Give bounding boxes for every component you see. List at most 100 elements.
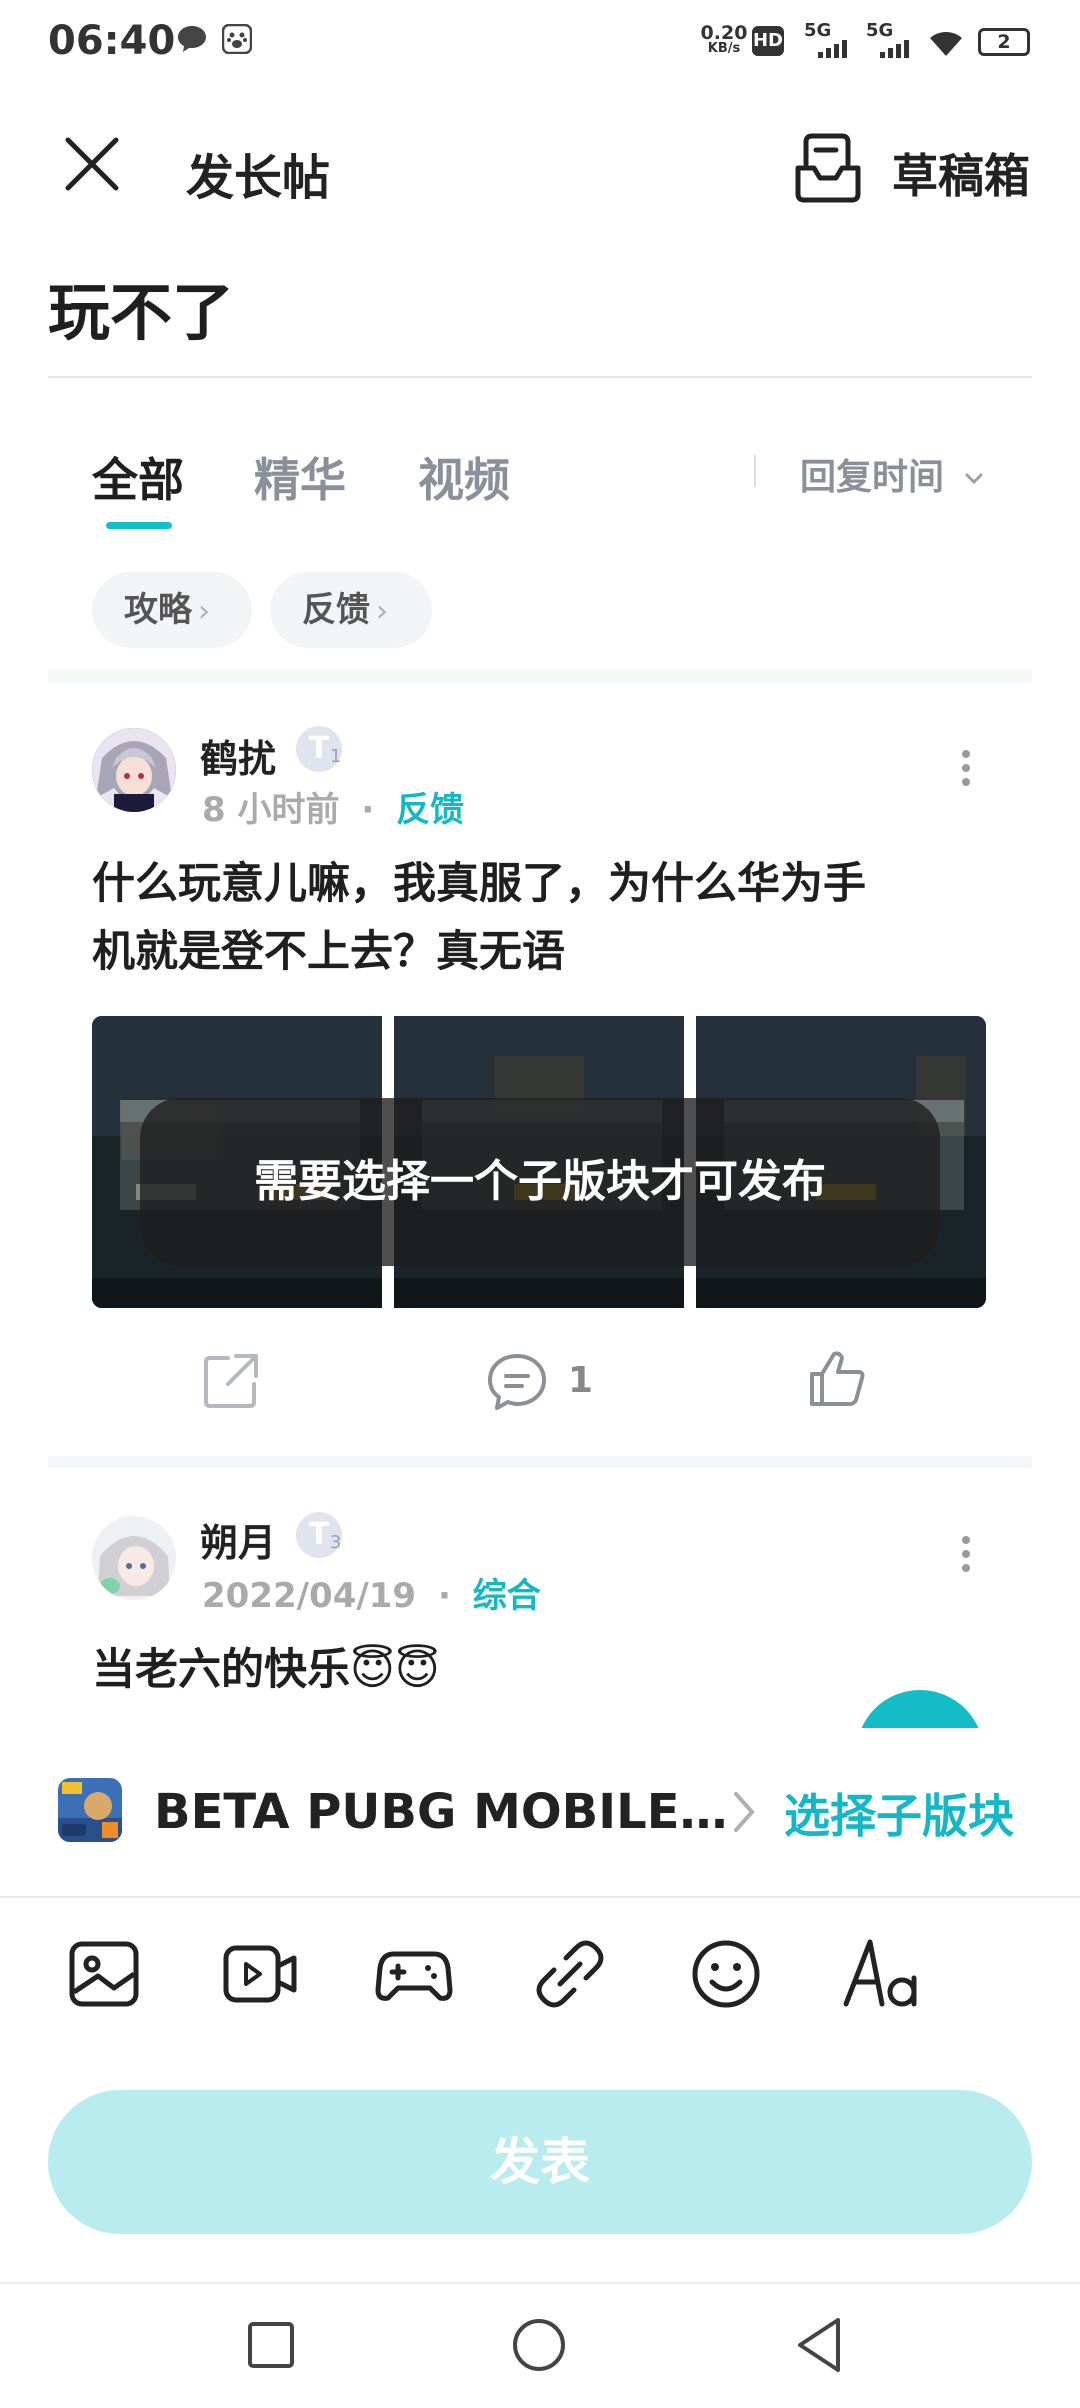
insert-emoji-button[interactable] bbox=[686, 1934, 766, 2014]
chevron-down-icon bbox=[965, 473, 983, 485]
insert-image-button[interactable] bbox=[64, 1934, 144, 2014]
toast-message: 需要选择一个子版块才可发布 bbox=[140, 1098, 940, 1266]
close-icon bbox=[65, 137, 119, 191]
post-author[interactable]: 朔月 bbox=[200, 1512, 276, 1567]
share-icon bbox=[204, 1354, 258, 1408]
video-icon bbox=[223, 1945, 297, 2003]
post-meta: 8 小时前 · 反馈 bbox=[202, 782, 464, 831]
thumbs-up-icon bbox=[810, 1351, 865, 1406]
chevron-right-icon: › bbox=[198, 594, 210, 629]
status-bar: 06:40 0.20 KB/s HD 5G 5G 2 bbox=[0, 0, 1080, 90]
tab-all[interactable]: 全部 bbox=[92, 444, 184, 510]
post-title-input[interactable]: 玩不了 bbox=[48, 262, 234, 352]
chip-feedback[interactable]: 反馈 › bbox=[270, 572, 432, 648]
post-body[interactable]: 什么玩意儿嘛，我真服了，为什么华为手 机就是登不上去？真无语 bbox=[92, 850, 1032, 986]
drafts-box-icon bbox=[795, 133, 861, 203]
net-speed-value: 0.20 bbox=[700, 22, 748, 44]
post-body-line: 当老六的快乐😇😇 bbox=[92, 1645, 440, 1695]
nav-back-button[interactable] bbox=[786, 2310, 856, 2380]
section-gap bbox=[48, 1456, 1032, 1468]
paw-app-icon bbox=[222, 24, 252, 54]
text-format-icon bbox=[843, 1939, 917, 2007]
nav-recents-button[interactable] bbox=[236, 2310, 306, 2380]
more-options-button[interactable] bbox=[956, 744, 976, 804]
level-badge-letter: T bbox=[308, 731, 330, 766]
comment-button[interactable] bbox=[486, 1352, 548, 1416]
tab-featured[interactable]: 精华 bbox=[254, 444, 346, 510]
gamepad-icon bbox=[375, 1951, 453, 2001]
post-time: 8 小时前 bbox=[202, 790, 340, 830]
comment-count: 1 bbox=[568, 1360, 594, 1401]
dot-icon bbox=[962, 764, 970, 772]
publish-button[interactable]: 发表 bbox=[48, 2090, 1032, 2234]
tab-active-indicator bbox=[106, 522, 172, 529]
level-number: 1 bbox=[330, 746, 342, 767]
avatar[interactable] bbox=[92, 728, 176, 812]
post-body-line: 机就是登不上去？真无语 bbox=[92, 927, 565, 977]
insert-link-button[interactable] bbox=[530, 1934, 610, 2014]
post-forum-tag[interactable]: 反馈 bbox=[396, 790, 464, 830]
header-title: 发长帖 bbox=[186, 150, 331, 206]
forum-name: BETA PUBG MOBILE… bbox=[154, 1784, 728, 1840]
level-number: 3 bbox=[330, 1532, 342, 1553]
forum-divider bbox=[0, 1896, 1080, 1898]
more-options-button[interactable] bbox=[956, 1530, 976, 1590]
level-badge-letter: T bbox=[308, 1517, 330, 1552]
image-icon bbox=[69, 1941, 139, 2007]
insert-game-button[interactable] bbox=[374, 1934, 454, 2014]
nav-home-button[interactable] bbox=[504, 2310, 574, 2380]
forum-selector-bar[interactable]: BETA PUBG MOBILE… 选择子版块 bbox=[0, 1728, 1080, 1896]
chevron-right-icon bbox=[734, 1792, 755, 1832]
select-subforum-button[interactable]: 选择子版块 bbox=[784, 1780, 1014, 1846]
wifi-icon bbox=[930, 32, 962, 56]
link-icon bbox=[536, 1940, 604, 2008]
net-speed-unit: KB/s bbox=[707, 41, 741, 56]
text-format-button[interactable] bbox=[842, 1934, 922, 2014]
post-body[interactable]: 当老六的快乐😇😇 bbox=[92, 1636, 1032, 1704]
chip-feedback-label: 反馈 bbox=[302, 590, 370, 630]
battery-icon: 2 bbox=[978, 28, 1030, 56]
insert-video-button[interactable] bbox=[220, 1934, 300, 2014]
drafts-button[interactable]: 草稿箱 bbox=[792, 128, 1032, 208]
status-time: 06:40 bbox=[48, 18, 176, 64]
post-time: 2022/04/19 bbox=[202, 1576, 417, 1616]
tab-video[interactable]: 视频 bbox=[418, 444, 510, 510]
circle-icon bbox=[513, 2319, 565, 2371]
share-button[interactable] bbox=[200, 1350, 262, 1416]
section-gap bbox=[48, 670, 1032, 682]
signal-2-icon bbox=[880, 40, 909, 58]
back-triangle-icon bbox=[798, 2318, 840, 2372]
chip-guides[interactable]: 攻略 › bbox=[92, 572, 252, 648]
forum-app-icon bbox=[58, 1778, 122, 1842]
post-meta: 2022/04/19 · 综合 bbox=[202, 1568, 541, 1617]
sort-label: 回复时间 bbox=[800, 457, 945, 498]
meta-separator: · bbox=[361, 790, 375, 830]
avatar[interactable] bbox=[92, 1516, 176, 1600]
hd-icon: HD bbox=[752, 26, 784, 56]
toast-text: 需要选择一个子版块才可发布 bbox=[254, 1156, 826, 1207]
comment-icon bbox=[488, 1354, 546, 1410]
dot-icon bbox=[962, 750, 970, 758]
post-author[interactable]: 鹤扰 bbox=[200, 728, 276, 783]
dot-icon bbox=[962, 1550, 970, 1558]
dot-icon bbox=[962, 778, 970, 786]
net-speed: 0.20 KB/s bbox=[700, 24, 748, 56]
meta-separator: · bbox=[437, 1576, 451, 1616]
post-body-line: 什么玩意儿嘛，我真服了，为什么华为手 bbox=[92, 859, 866, 909]
publish-label: 发表 bbox=[490, 2133, 590, 2191]
sort-dropdown[interactable]: 回复时间 bbox=[800, 448, 985, 500]
drafts-label: 草稿箱 bbox=[892, 149, 1030, 203]
nav-divider bbox=[0, 2282, 1080, 2284]
dot-icon bbox=[962, 1536, 970, 1544]
emoji-icon bbox=[692, 1940, 760, 2008]
message-notification-icon bbox=[178, 26, 206, 52]
title-divider bbox=[48, 376, 1032, 378]
chevron-right-icon: › bbox=[376, 594, 388, 629]
square-icon bbox=[248, 2322, 294, 2368]
chip-guides-label: 攻略 bbox=[124, 590, 192, 630]
post-forum-tag[interactable]: 综合 bbox=[473, 1576, 541, 1616]
like-button[interactable] bbox=[806, 1348, 868, 1414]
sort-divider bbox=[754, 455, 756, 487]
signal-1-icon bbox=[818, 40, 847, 58]
close-button[interactable] bbox=[56, 128, 128, 200]
